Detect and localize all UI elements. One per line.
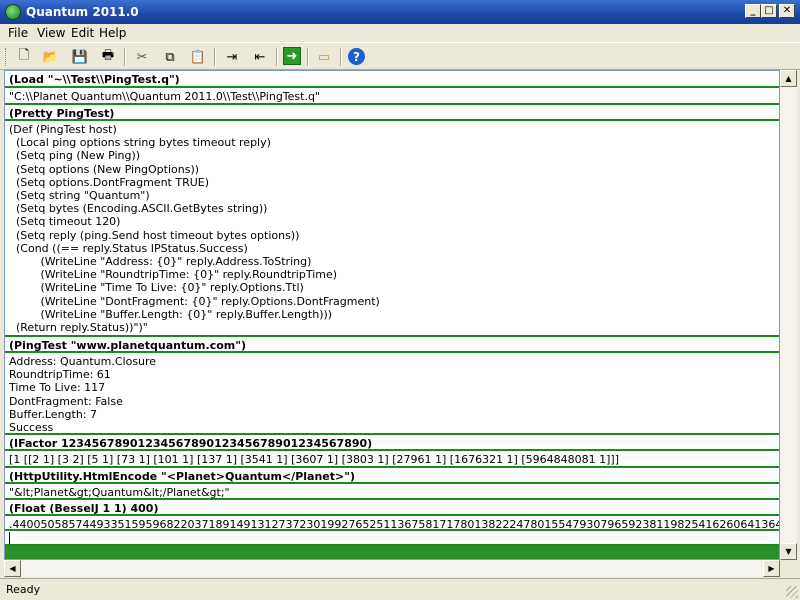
new-file-icon[interactable]: 🗋 bbox=[14, 47, 34, 67]
status-bar: Ready bbox=[0, 578, 800, 600]
paste-icon[interactable]: 📋 bbox=[188, 47, 208, 67]
toolbar-separator bbox=[124, 48, 126, 66]
input-cell[interactable]: (PingTest "www.planetquantum.com") bbox=[5, 337, 779, 353]
cut-icon[interactable]: ✂ bbox=[132, 47, 152, 67]
maximize-button[interactable]: □ bbox=[761, 4, 777, 18]
toolbar-separator bbox=[340, 48, 342, 66]
help-icon[interactable]: ? bbox=[348, 48, 365, 65]
output-cell: (Def (PingTest host) (Local ping options… bbox=[5, 121, 779, 337]
toolbar-grip[interactable] bbox=[5, 48, 9, 66]
outdent-icon[interactable]: ⇤ bbox=[250, 47, 270, 67]
resize-grip[interactable] bbox=[786, 586, 798, 598]
input-cell[interactable]: (Float (BesselJ 1 1) 400) bbox=[5, 500, 779, 516]
run-icon[interactable]: ➜ bbox=[283, 47, 301, 65]
menu-file[interactable]: File bbox=[8, 26, 28, 40]
app-icon[interactable] bbox=[5, 4, 21, 20]
toolbar: 🗋 📂 💾 🖶 ✂ ⧉ 📋 ⇥ ⇤ ➜ ▭ ? bbox=[0, 42, 800, 70]
minimize-button[interactable]: _ bbox=[745, 4, 761, 18]
output-cell: .440050585744933515959682203718914913127… bbox=[5, 516, 779, 531]
scroll-right-button[interactable]: ▶ bbox=[763, 560, 780, 577]
scroll-down-button[interactable]: ▼ bbox=[780, 543, 797, 560]
indent-icon[interactable]: ⇥ bbox=[222, 47, 242, 67]
output-cell: Address: Quantum.Closure RoundtripTime: … bbox=[5, 353, 779, 435]
command-input[interactable] bbox=[5, 531, 779, 546]
vertical-scrollbar[interactable]: ▲ ▼ bbox=[780, 70, 797, 560]
input-cell[interactable]: (Load "~\\Test\\PingTest.q") bbox=[5, 71, 779, 88]
toolbar-separator bbox=[307, 48, 309, 66]
menu-bar: File View Edit Help bbox=[0, 24, 800, 42]
scroll-up-button[interactable]: ▲ bbox=[780, 70, 797, 87]
window-icon[interactable]: ▭ bbox=[314, 47, 334, 67]
open-folder-icon[interactable]: 📂 bbox=[41, 47, 61, 67]
output-cell: [1 [[2 1] [3 2] [5 1] [73 1] [101 1] [13… bbox=[5, 451, 779, 468]
copy-icon[interactable]: ⧉ bbox=[160, 47, 180, 67]
status-text: Ready bbox=[6, 583, 41, 596]
print-icon[interactable]: 🖶 bbox=[98, 47, 118, 67]
close-button[interactable]: ✕ bbox=[779, 4, 795, 18]
menu-edit[interactable]: Edit bbox=[71, 26, 94, 40]
input-cell[interactable]: (Pretty PingTest) bbox=[5, 105, 779, 121]
output-cell: "C:\\Planet Quantum\\Quantum 2011.0\\Tes… bbox=[5, 88, 779, 105]
output-cell: "&lt;Planet&gt;Quantum&lt;/Planet&gt;" bbox=[5, 484, 779, 500]
console-output[interactable]: (Load "~\\Test\\PingTest.q") "C:\\Planet… bbox=[4, 70, 780, 560]
text-caret bbox=[9, 532, 10, 544]
input-cell[interactable]: (IFactor 1234567890123456789012345678901… bbox=[5, 435, 779, 451]
menu-help[interactable]: Help bbox=[99, 26, 126, 40]
scroll-left-button[interactable]: ◀ bbox=[4, 560, 21, 577]
menu-view[interactable]: View bbox=[37, 26, 65, 40]
toolbar-separator bbox=[214, 48, 216, 66]
save-icon[interactable]: 💾 bbox=[70, 47, 90, 67]
window-title: Quantum 2011.0 bbox=[26, 5, 139, 19]
title-bar[interactable]: Quantum 2011.0 _ □ ✕ bbox=[0, 0, 800, 24]
input-status-bar bbox=[5, 546, 779, 559]
toolbar-separator bbox=[276, 48, 278, 66]
horizontal-scrollbar[interactable]: ◀ ▶ bbox=[4, 560, 780, 577]
input-cell[interactable]: (HttpUtility.HtmlEncode "<Planet>Quantum… bbox=[5, 468, 779, 484]
